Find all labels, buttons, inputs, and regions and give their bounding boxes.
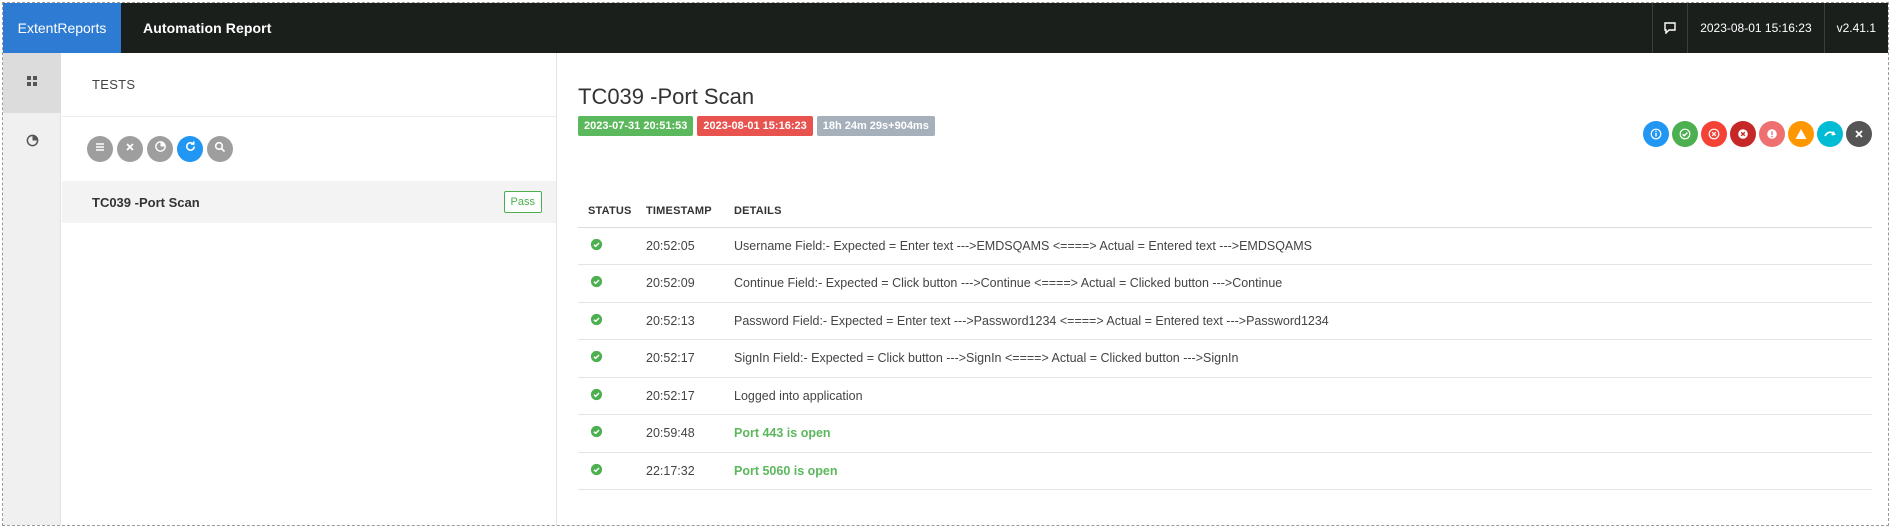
check-circle-icon (590, 276, 603, 291)
navbar-right: 2023-08-01 15:16:23 v2.41.1 (1652, 3, 1888, 53)
details-column-header: DETAILS (724, 195, 1872, 228)
test-title: TC039 -Port Scan (578, 84, 755, 109)
test-detail-panel: TC039 -Port Scan 2023-07-31 20:51:53 202… (578, 53, 1872, 525)
status-filter-icons (1643, 121, 1872, 147)
filter-toolbar (62, 117, 556, 181)
check-circle-icon (590, 351, 603, 366)
timestamp-cell: 20:52:09 (636, 264, 724, 303)
pie-chart-icon (26, 134, 39, 152)
error-icon[interactable] (1759, 121, 1785, 147)
status-cell (578, 452, 636, 490)
details-cell: Password Field:- Expected = Enter text -… (724, 302, 1872, 340)
timestamp-cell: 20:52:13 (636, 302, 724, 340)
report-datetime: 2023-08-01 15:16:23 (1687, 3, 1823, 53)
table-row: 20:52:13 Password Field:- Expected = Ent… (578, 302, 1872, 340)
rail-item-tests[interactable] (3, 53, 61, 113)
test-name: TC039 -Port Scan (92, 194, 200, 210)
version-label: v2.41.1 (1823, 3, 1888, 53)
timestamp-cell: 20:52:17 (636, 377, 724, 415)
info-icon[interactable] (1643, 121, 1669, 147)
side-rail (3, 53, 61, 525)
timestamp-cell: 20:52:17 (636, 339, 724, 378)
status-badge: Pass (503, 191, 542, 213)
table-row: 20:59:48 Port 443 is open (578, 414, 1872, 453)
brand-logo[interactable]: ExtentReports (3, 3, 121, 53)
top-navbar: ExtentReports Automation Report 2023-08-… (3, 3, 1888, 53)
end-time-badge: 2023-08-01 15:16:23 (697, 116, 813, 136)
check-circle-icon (590, 463, 603, 479)
test-list-panel: TESTS TC039 -Port Scan Pass (62, 53, 557, 525)
fail-icon[interactable] (1701, 121, 1727, 147)
status-filter-button[interactable] (117, 136, 143, 162)
clear-icon[interactable] (1846, 121, 1872, 147)
check-circle-icon (590, 313, 603, 329)
comment-icon[interactable] (1652, 3, 1687, 53)
status-cell (578, 227, 636, 265)
table-row: 20:52:05 Username Field:- Expected = Ent… (578, 227, 1872, 265)
check-circle-icon (590, 426, 603, 441)
fatal-icon[interactable] (1730, 121, 1756, 147)
duration-badge: 18h 24m 29s+904ms (816, 116, 935, 136)
refresh-button[interactable] (177, 136, 203, 162)
close-icon (124, 140, 136, 158)
table-row: 20:52:17 SignIn Field:- Expected = Click… (578, 339, 1872, 378)
pass-icon[interactable] (1672, 121, 1698, 147)
timestamp-cell: 22:17:32 (636, 452, 724, 490)
dashboard-icon (26, 74, 38, 92)
list-icon (94, 140, 106, 158)
status-cell (578, 264, 636, 303)
skip-icon[interactable] (1817, 121, 1843, 147)
status-cell (578, 339, 636, 378)
timestamp-cell: 20:52:05 (636, 227, 724, 265)
list-filter-button[interactable] (87, 136, 113, 162)
start-time-badge: 2023-07-31 20:51:53 (578, 116, 694, 136)
status-cell (578, 377, 636, 415)
report-name: Automation Report (143, 20, 272, 36)
status-cell (578, 302, 636, 340)
report-frame: ExtentReports Automation Report 2023-08-… (2, 2, 1889, 526)
table-row: 20:52:17 Logged into application (578, 377, 1872, 415)
details-cell: Logged into application (724, 377, 1872, 415)
timestamp-column-header: TIMESTAMP (636, 195, 724, 228)
table-row: 20:52:09 Continue Field:- Expected = Cli… (578, 264, 1872, 303)
status-column-header: STATUS (578, 195, 636, 228)
tests-heading: TESTS (62, 53, 556, 117)
warning-icon[interactable] (1788, 121, 1814, 147)
status-cell (578, 414, 636, 453)
details-cell: Port 443 is open (724, 414, 1872, 453)
table-row: 22:17:32 Port 5060 is open (578, 452, 1872, 490)
details-cell: Port 5060 is open (724, 452, 1872, 490)
table-header-row: STATUS TIMESTAMP DETAILS (578, 195, 1872, 228)
timestamp-cell: 20:59:48 (636, 414, 724, 453)
category-filter-button[interactable] (147, 136, 173, 162)
test-log-table: STATUS TIMESTAMP DETAILS 20:52:05 Userna… (578, 195, 1872, 490)
check-circle-icon (590, 388, 603, 404)
details-cell: SignIn Field:- Expected = Click button -… (724, 339, 1872, 378)
check-circle-icon (590, 238, 603, 254)
rail-item-dashboard[interactable] (3, 113, 61, 173)
details-cell: Continue Field:- Expected = Click button… (724, 264, 1872, 303)
test-list-item[interactable]: TC039 -Port Scan Pass (62, 181, 556, 223)
details-cell: Username Field:- Expected = Enter text -… (724, 227, 1872, 265)
pie-icon (154, 140, 167, 158)
search-icon (214, 140, 226, 158)
refresh-icon (184, 140, 197, 158)
search-button[interactable] (207, 136, 233, 162)
